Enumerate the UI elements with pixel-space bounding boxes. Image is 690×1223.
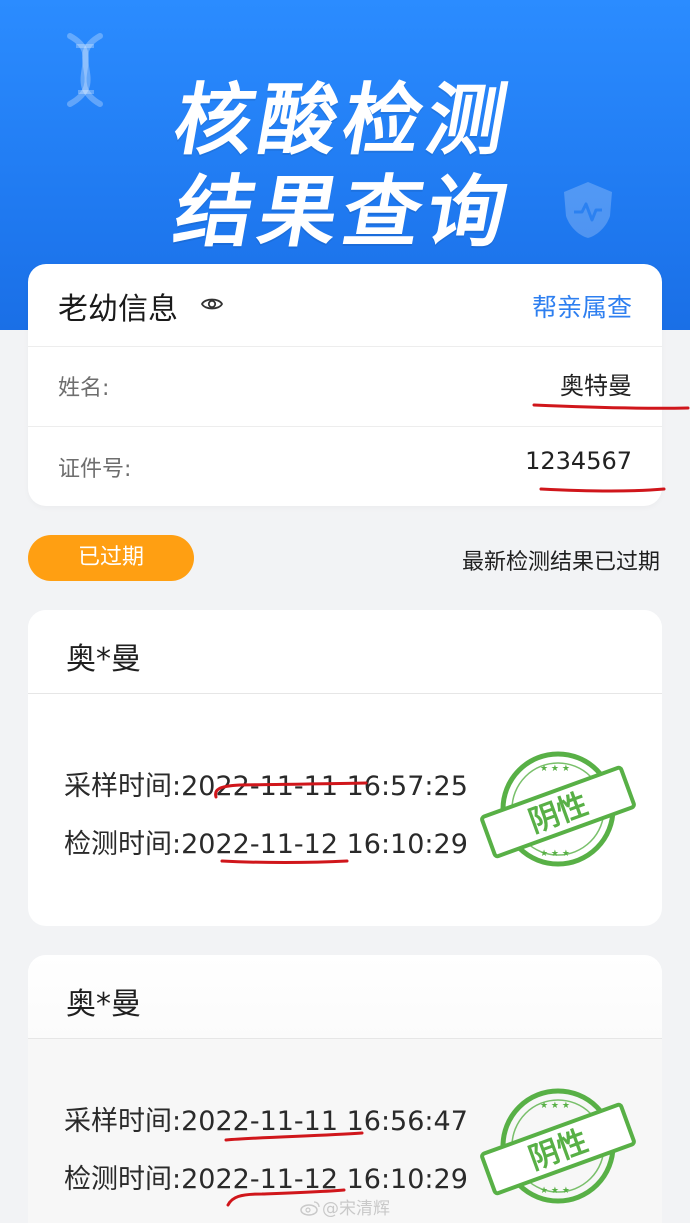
testing-time-label: 检测时间:: [64, 829, 182, 860]
name-row: 姓名: 奥特曼: [28, 346, 662, 427]
negative-result-stamp: ★ ★ ★ ★ ★ ★ 阴性: [480, 751, 636, 867]
svg-text:★ ★ ★: ★ ★ ★: [540, 764, 570, 774]
sampling-time-row: 采样时间:2022-11-11 16:56:47: [64, 1099, 468, 1138]
testing-time-row: 检测时间:2022-11-12 16:10:29: [64, 822, 468, 861]
weibo-icon: [300, 1201, 320, 1216]
id-value: 1234567: [525, 447, 632, 475]
result-card-header: 奥*曼: [28, 610, 662, 694]
sampling-time-value: 2022-11-11 16:56:47: [181, 1106, 468, 1137]
testing-time-value: 2022-11-12 16:10:29: [181, 1164, 468, 1195]
sampling-time-label: 采样时间:: [64, 771, 182, 802]
testing-time-value: 2022-11-12 16:10:29: [181, 829, 468, 860]
id-label: 证件号:: [58, 457, 132, 482]
result-card-body: 采样时间:2022-11-11 16:57:25 检测时间:2022-11-12…: [28, 694, 662, 926]
expired-message: 最新检测结果已过期: [461, 550, 660, 575]
family-query-link[interactable]: 帮亲属查: [532, 288, 632, 324]
result-person-name: 奥*曼: [66, 987, 141, 1022]
testing-time-row: 检测时间:2022-11-12 16:10:29: [64, 1157, 468, 1196]
result-person-name: 奥*曼: [66, 642, 141, 677]
result-card-header: 奥*曼: [28, 955, 662, 1039]
svg-text:★ ★ ★: ★ ★ ★: [540, 849, 570, 859]
negative-result-stamp: ★ ★ ★ ★ ★ ★ 阴性: [480, 1088, 636, 1204]
testing-time-label: 检测时间:: [64, 1164, 182, 1195]
result-card[interactable]: 奥*曼 采样时间:2022-11-11 16:56:47 检测时间:2022-1…: [28, 955, 662, 1223]
info-card-title: 老幼信息: [58, 292, 178, 327]
info-card-header: 老幼信息 帮亲属查: [28, 264, 662, 347]
expired-badge: 已过期: [28, 535, 194, 581]
watermark: @宋清辉: [300, 1194, 390, 1219]
sampling-time-value: 2022-11-11 16:57:25: [181, 771, 468, 802]
personal-info-card: 老幼信息 帮亲属查 姓名: 奥特曼 证件号: 1234567: [28, 264, 662, 506]
hero-title-line2: 结果查询: [167, 168, 520, 258]
watermark-text: @宋清辉: [322, 1199, 390, 1219]
svg-text:★ ★ ★: ★ ★ ★: [540, 1186, 570, 1196]
id-row: 证件号: 1234567: [28, 427, 662, 507]
sampling-time-label: 采样时间:: [64, 1106, 182, 1137]
result-card[interactable]: 奥*曼 采样时间:2022-11-11 16:57:25 检测时间:2022-1…: [28, 610, 662, 926]
name-label: 姓名:: [58, 376, 110, 401]
svg-text:★ ★ ★: ★ ★ ★: [540, 1101, 570, 1111]
eye-icon[interactable]: [200, 292, 224, 316]
name-value: 奥特曼: [560, 372, 632, 400]
sampling-time-row: 采样时间:2022-11-11 16:57:25: [64, 764, 468, 803]
